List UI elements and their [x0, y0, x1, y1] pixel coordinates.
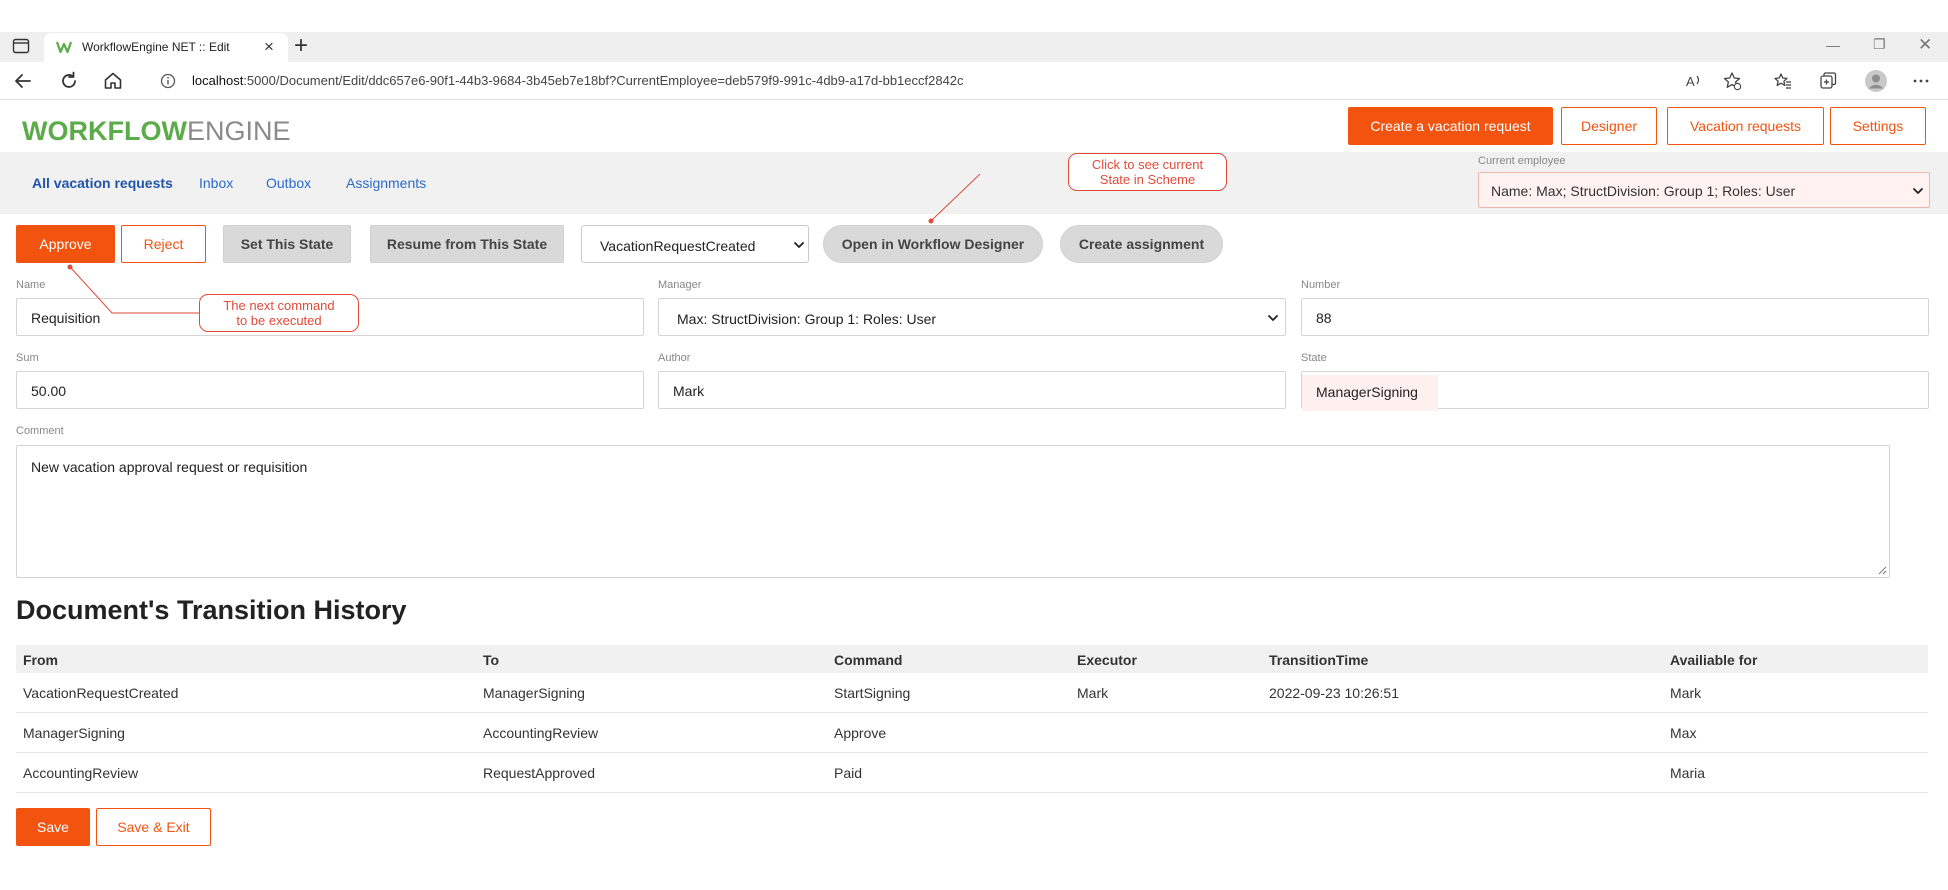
chevron-down-icon: [794, 242, 804, 248]
state-select[interactable]: VacationRequestCreated: [581, 225, 809, 263]
browser-tab-bar: WorkflowEngine NET :: Edit × + — ❐ ✕: [0, 32, 1948, 62]
comment-value: New vacation approval request or requisi…: [31, 459, 308, 475]
comment-textarea[interactable]: New vacation approval request or requisi…: [16, 445, 1890, 578]
back-icon[interactable]: [12, 70, 34, 92]
cell-to: RequestApproved: [483, 765, 596, 781]
column-header-command: Command: [834, 652, 903, 668]
vacation-requests-button[interactable]: Vacation requests: [1667, 107, 1824, 145]
home-icon[interactable]: [102, 70, 124, 92]
resize-handle-icon[interactable]: [1878, 566, 1887, 575]
column-header-executor: Executor: [1077, 652, 1137, 668]
settings-button[interactable]: Settings: [1830, 107, 1926, 145]
cell-to: AccountingReview: [483, 725, 599, 741]
cell-from: VacationRequestCreated: [23, 685, 179, 701]
column-header-available-for: Availiable for: [1670, 652, 1758, 668]
column-header-from: From: [23, 652, 58, 668]
window-close-icon[interactable]: ✕: [1918, 35, 1932, 55]
cell-from: AccountingReview: [23, 765, 139, 781]
window-top-strip: [0, 0, 1948, 32]
workflow-favicon: [56, 41, 72, 54]
read-aloud-icon[interactable]: A: [1684, 71, 1704, 91]
table-header: From To Command Executor TransitionTime …: [16, 645, 1928, 673]
callout-scheme-hint: Click to see current State in Scheme: [1068, 153, 1227, 191]
open-in-workflow-designer-button[interactable]: Open in Workflow Designer: [823, 225, 1043, 263]
manager-select-value: Max: StructDivision: Group 1: Roles: Use…: [677, 311, 937, 327]
browser-tab[interactable]: WorkflowEngine NET :: Edit ×: [44, 33, 288, 62]
save-and-exit-button[interactable]: Save & Exit: [96, 808, 211, 846]
nav-all-vacation-requests[interactable]: All vacation requests: [32, 175, 173, 191]
number-label: Number: [1301, 279, 1341, 291]
approve-button[interactable]: Approve: [16, 225, 115, 263]
history-title: Document's Transition History: [16, 595, 407, 625]
state-label: State: [1301, 352, 1327, 364]
more-icon[interactable]: [1911, 71, 1931, 91]
tab-title: WorkflowEngine NET :: Edit: [82, 40, 230, 54]
favorites-icon[interactable]: [1773, 71, 1793, 91]
cell-command: Approve: [834, 725, 887, 741]
current-employee-label: Current employee: [1478, 155, 1566, 167]
author-input[interactable]: Mark: [658, 371, 1286, 409]
comment-label: Comment: [16, 425, 64, 437]
cell-to: ManagerSigning: [483, 685, 585, 701]
history-table: From To Command Executor TransitionTime …: [16, 645, 1928, 793]
create-vacation-request-button[interactable]: Create a vacation request: [1348, 107, 1553, 145]
column-header-to: To: [483, 652, 500, 668]
close-icon[interactable]: ×: [264, 37, 274, 57]
sidebar-icon[interactable]: [12, 38, 30, 54]
column-header-transition-time: TransitionTime: [1269, 652, 1369, 668]
sum-label: Sum: [16, 352, 39, 364]
plus-icon[interactable]: +: [294, 33, 308, 59]
collections-icon[interactable]: [1818, 71, 1838, 91]
nav-outbox[interactable]: Outbox: [266, 175, 311, 191]
restore-icon[interactable]: ❐: [1873, 36, 1886, 53]
manager-select[interactable]: Max: StructDivision: Group 1: Roles: Use…: [658, 298, 1286, 336]
cell-executor: Mark: [1077, 685, 1109, 701]
callout-next-command-hint: The next command to be executed: [199, 294, 359, 332]
current-employee-value: Name: Max; StructDivision: Group 1; Role…: [1491, 183, 1796, 199]
state-value: ManagerSigning: [1316, 384, 1418, 400]
chevron-down-icon: [1913, 188, 1923, 194]
sub-navigation: All vacation requests Inbox Outbox Assig…: [0, 152, 1948, 214]
address-bar: localhost:5000/Document/Edit/ddc657e6-90…: [0, 62, 1948, 100]
author-label: Author: [658, 352, 691, 364]
name-label: Name: [16, 279, 46, 291]
table-row: ManagerSigning AccountingReview Approve …: [16, 713, 1928, 753]
reject-button[interactable]: Reject: [121, 225, 206, 263]
sum-input[interactable]: 50.00: [16, 371, 644, 409]
workflow-engine-logo[interactable]: WORKFLOWENGINE: [22, 116, 290, 147]
state-select-value: VacationRequestCreated: [600, 238, 756, 254]
table-row: VacationRequestCreated ManagerSigning St…: [16, 673, 1928, 713]
cell-from: ManagerSigning: [23, 725, 125, 741]
favorite-add-icon[interactable]: [1722, 71, 1742, 91]
refresh-icon[interactable]: [58, 70, 80, 92]
cell-transition-time: 2022-09-23 10:26:51: [1269, 685, 1399, 701]
svg-text:A: A: [1686, 74, 1695, 89]
create-assignment-button[interactable]: Create assignment: [1060, 225, 1223, 263]
cell-command: StartSigning: [834, 685, 911, 701]
resume-from-this-state-button[interactable]: Resume from This State: [370, 225, 564, 263]
nav-inbox[interactable]: Inbox: [199, 175, 233, 191]
cell-available-for: Max: [1670, 725, 1697, 741]
number-input[interactable]: 88: [1301, 298, 1929, 336]
profile-icon[interactable]: [1864, 69, 1888, 93]
designer-button[interactable]: Designer: [1561, 107, 1657, 145]
url-field[interactable]: localhost:5000/Document/Edit/ddc657e6-90…: [142, 68, 1672, 94]
cell-available-for: Maria: [1670, 765, 1706, 781]
current-employee-select[interactable]: Name: Max; StructDivision: Group 1; Role…: [1478, 172, 1930, 208]
manager-label: Manager: [658, 279, 702, 291]
table-row: AccountingReview RequestApproved Paid Ma…: [16, 753, 1928, 793]
save-button[interactable]: Save: [16, 808, 90, 846]
set-this-state-button[interactable]: Set This State: [223, 225, 351, 263]
minimize-icon[interactable]: —: [1826, 37, 1840, 53]
cell-available-for: Mark: [1670, 685, 1702, 701]
chevron-down-icon: [1268, 315, 1278, 321]
info-icon[interactable]: [160, 73, 176, 89]
cell-command: Paid: [834, 765, 863, 781]
url-text: localhost:5000/Document/Edit/ddc657e6-90…: [192, 73, 964, 88]
nav-assignments[interactable]: Assignments: [346, 175, 426, 191]
